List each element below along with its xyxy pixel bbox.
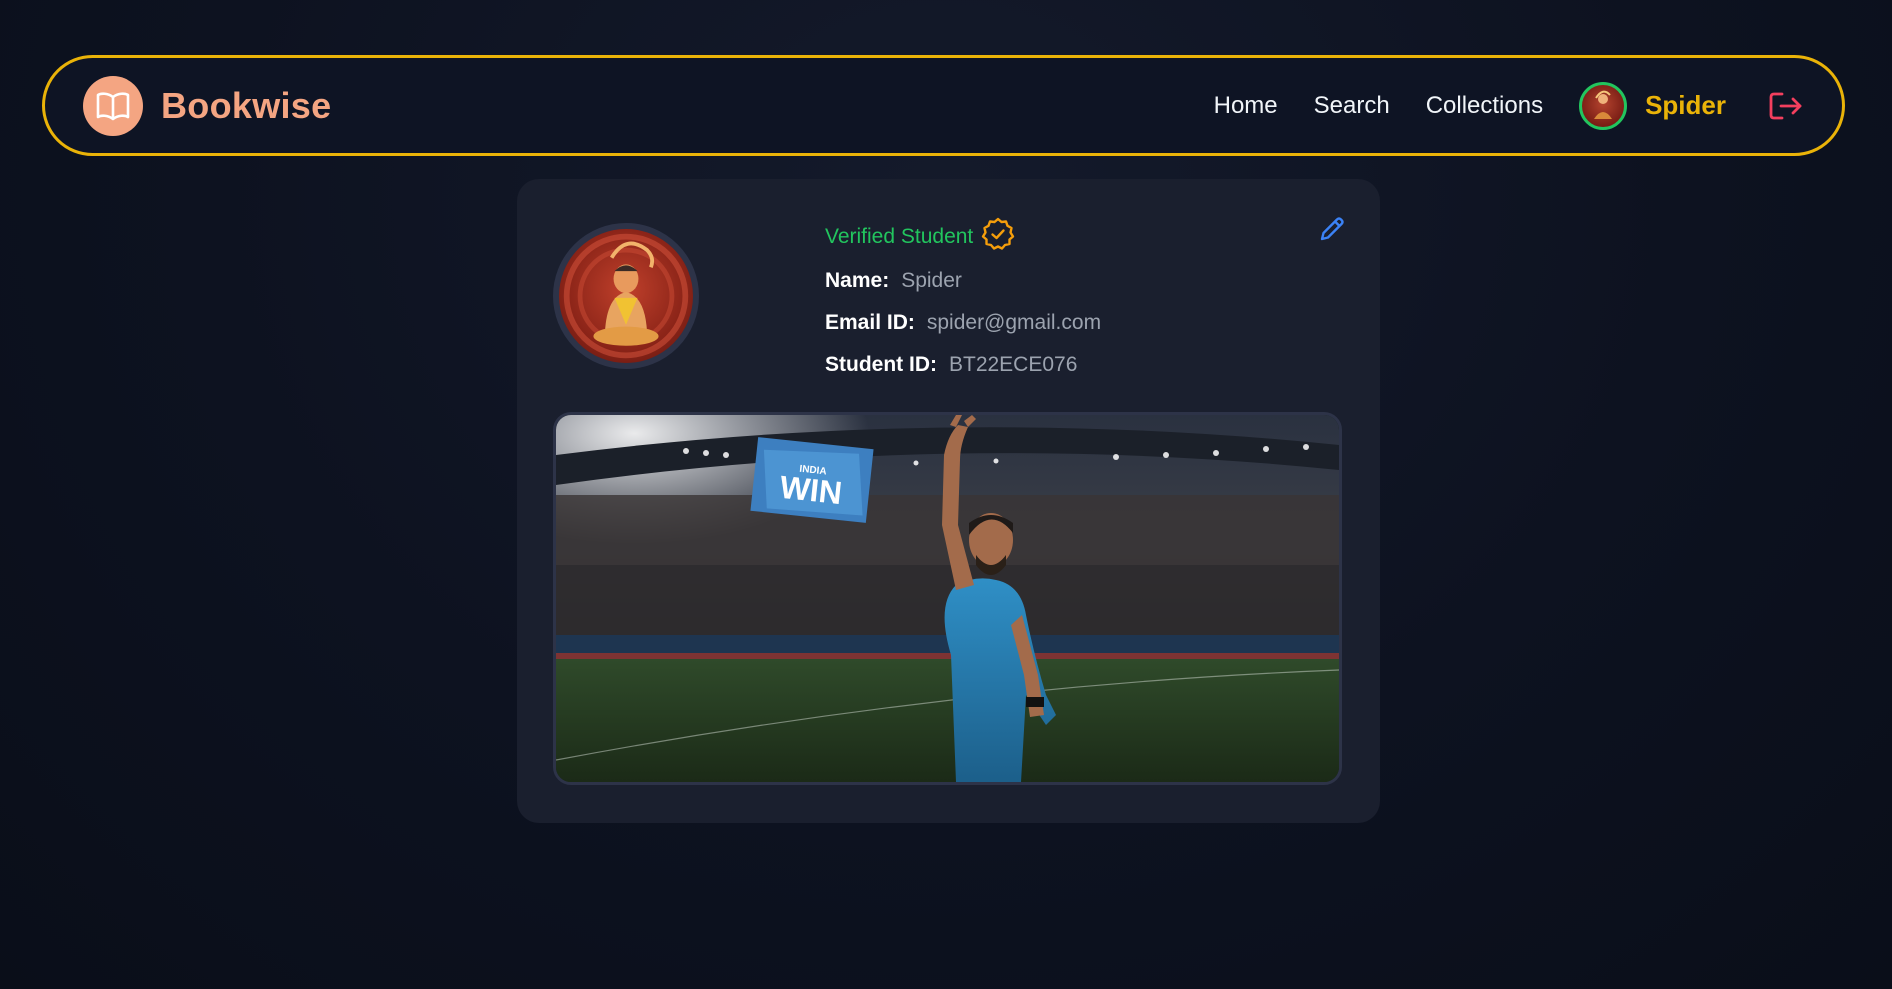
nav-link-search[interactable]: Search [1314,92,1390,120]
nav-link-home[interactable]: Home [1214,92,1278,120]
brand[interactable]: Bookwise [83,75,332,136]
profile-banner-image: INDIA WIN [553,412,1342,785]
profile-card: Verified Student Name: Spider Email ID: … [517,179,1380,823]
profile-avatar [553,223,699,369]
email-label: Email ID: [825,311,915,334]
brand-name: Bookwise [161,84,332,126]
student-id-row: Student ID: BT22ECE076 [825,349,1101,381]
student-id-value: BT22ECE076 [948,353,1078,376]
verified-badge-icon [981,217,1015,257]
banner-sign-big: WIN [778,469,844,511]
profile-info: Verified Student Name: Spider Email ID: … [825,217,1101,381]
student-id-label: Student ID: [825,353,937,376]
name-row: Name: Spider [825,265,1101,297]
pencil-icon[interactable] [1318,215,1346,248]
open-book-icon [83,75,143,136]
nav-link-collections[interactable]: Collections [1426,92,1543,120]
email-row: Email ID: spider@gmail.com [825,307,1101,339]
email-value: spider@gmail.com [926,311,1102,334]
name-value: Spider [901,269,962,292]
nav-right: Home Search Collections Spider [1214,81,1804,130]
name-label: Name: [825,269,890,292]
nav-username[interactable]: Spider [1645,90,1726,121]
verified-label: Verified Student [825,225,974,248]
nav-avatar[interactable] [1579,81,1628,130]
logout-icon[interactable] [1768,90,1804,122]
nav-user[interactable]: Spider [1579,81,1726,130]
navbar: Bookwise Home Search Collections Spider [42,55,1845,156]
verified-status: Verified Student [825,217,1101,257]
